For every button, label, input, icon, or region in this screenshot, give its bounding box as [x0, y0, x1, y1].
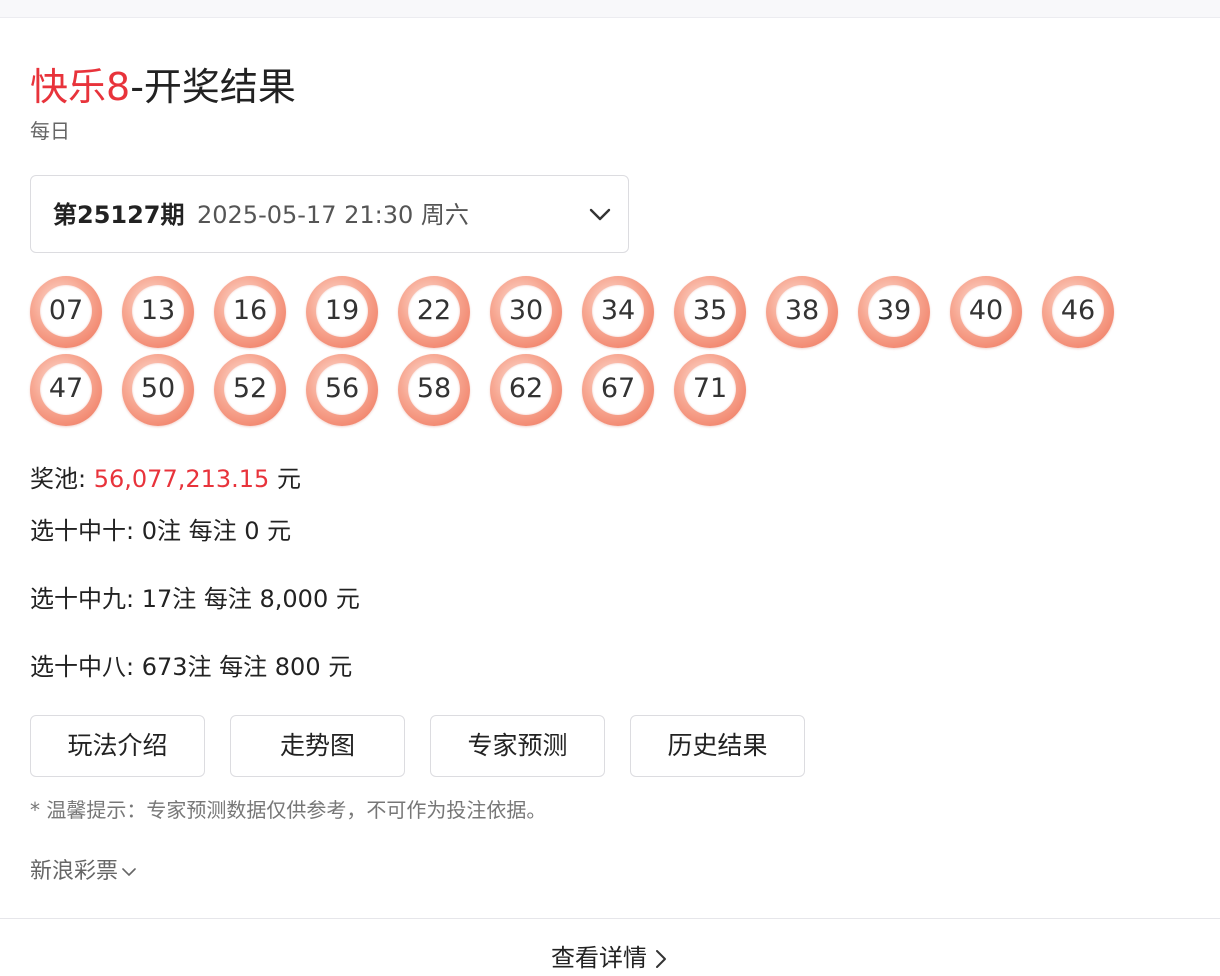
number-ball: 71 [674, 354, 746, 426]
winning-numbers: 07 13 16 19 22 30 34 35 38 39 40 46 47 50 52 56 58 62 67 71 [30, 276, 1150, 436]
expert-prediction-button[interactable]: 专家预测 [430, 715, 605, 777]
disclaimer-tip: * 温馨提示：专家预测数据仅供参考，不可作为投注依据。 [30, 798, 547, 822]
divider [0, 918, 1220, 919]
view-details-label: 查看详情 [551, 944, 647, 972]
source-selector[interactable]: 新浪彩票 [30, 858, 138, 886]
ball-number: 40 [968, 295, 1004, 326]
prize-level-10: 选十中十: 0注 每注 0 元 [30, 517, 292, 545]
ball-number: 16 [232, 295, 268, 326]
prize-level-9: 选十中九: 17注 每注 8,000 元 [30, 585, 360, 613]
number-ball: 47 [30, 354, 102, 426]
history-results-button[interactable]: 历史结果 [630, 715, 805, 777]
ball-number: 38 [784, 295, 820, 326]
number-ball: 19 [306, 276, 378, 348]
ball-number: 07 [48, 295, 84, 326]
ball-number: 39 [876, 295, 912, 326]
pool-value: 56,077,213.15 [93, 465, 270, 493]
ball-number: 22 [416, 295, 452, 326]
number-ball: 67 [582, 354, 654, 426]
number-ball: 16 [214, 276, 286, 348]
pool-label: 奖池: [30, 465, 87, 493]
number-ball: 07 [30, 276, 102, 348]
ball-number: 30 [508, 295, 544, 326]
ball-number: 46 [1060, 295, 1096, 326]
number-ball: 62 [490, 354, 562, 426]
number-ball: 30 [490, 276, 562, 348]
ball-number: 71 [692, 373, 728, 404]
ball-number: 58 [416, 373, 452, 404]
page-title: 快乐8-开奖结果 [30, 64, 296, 110]
jackpot-pool: 奖池: 56,077,213.15 元 [30, 464, 301, 494]
number-ball: 34 [582, 276, 654, 348]
view-details-link[interactable]: 查看详情 [0, 940, 1220, 976]
prize-level-8: 选十中八: 673注 每注 800 元 [30, 653, 353, 681]
chevron-down-icon [122, 868, 136, 876]
ball-number: 34 [600, 295, 636, 326]
trend-chart-button[interactable]: 走势图 [230, 715, 405, 777]
ball-number: 56 [324, 373, 360, 404]
ball-number: 13 [140, 295, 176, 326]
title-suffix: -开奖结果 [130, 65, 296, 109]
ball-number: 67 [600, 373, 636, 404]
number-ball: 13 [122, 276, 194, 348]
ball-number: 35 [692, 295, 728, 326]
lottery-brand: 快乐8 [30, 65, 131, 109]
number-ball: 58 [398, 354, 470, 426]
issue-number: 第25127期 [53, 201, 185, 229]
issue-datetime: 2025-05-17 21:30 周六 [197, 201, 469, 229]
chevron-down-icon [589, 208, 611, 221]
pool-unit: 元 [276, 465, 301, 493]
lottery-result-card: 快乐8-开奖结果 每日 第25127期 2025-05-17 21:30 周六 … [0, 18, 1220, 976]
top-band [0, 0, 1220, 18]
number-ball: 50 [122, 354, 194, 426]
number-ball: 38 [766, 276, 838, 348]
ball-number: 62 [508, 373, 544, 404]
issue-select[interactable]: 第25127期 2025-05-17 21:30 周六 [30, 175, 629, 253]
number-ball: 46 [1042, 276, 1114, 348]
number-ball: 22 [398, 276, 470, 348]
number-ball: 56 [306, 354, 378, 426]
ball-number: 19 [324, 295, 360, 326]
number-ball: 35 [674, 276, 746, 348]
ball-number: 47 [48, 373, 84, 404]
chevron-right-icon [656, 950, 666, 968]
number-ball: 40 [950, 276, 1022, 348]
draw-frequency: 每日 [30, 119, 70, 143]
ball-number: 50 [140, 373, 176, 404]
number-ball: 39 [858, 276, 930, 348]
ball-number: 52 [232, 373, 268, 404]
source-label: 新浪彩票 [30, 859, 119, 884]
number-ball: 52 [214, 354, 286, 426]
rules-button[interactable]: 玩法介绍 [30, 715, 205, 777]
